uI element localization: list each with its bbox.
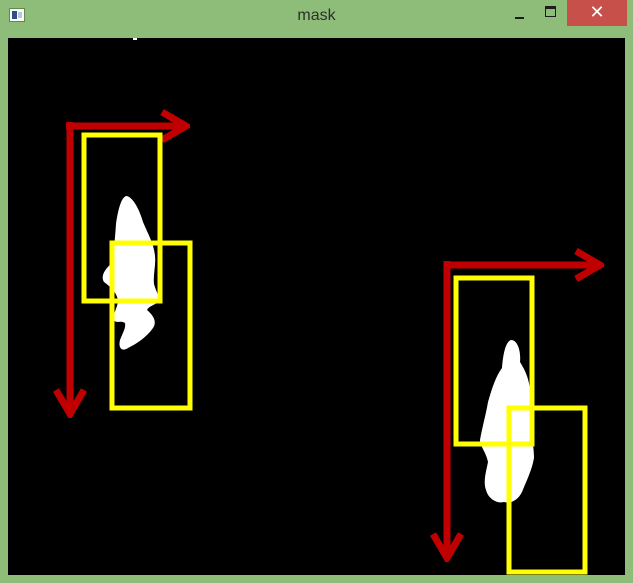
maximize-button[interactable]	[536, 0, 564, 26]
minimize-button[interactable]	[505, 0, 533, 26]
minimize-icon	[514, 17, 524, 19]
title-bar[interactable]: mask ✕	[0, 0, 633, 34]
noise-speck	[133, 38, 137, 40]
maximize-icon	[544, 5, 556, 17]
close-button[interactable]: ✕	[567, 0, 627, 26]
close-icon: ✕	[589, 1, 605, 23]
mask-window: mask ✕	[0, 0, 633, 583]
mask-image-canvas	[8, 38, 625, 575]
mask-image	[8, 38, 625, 575]
